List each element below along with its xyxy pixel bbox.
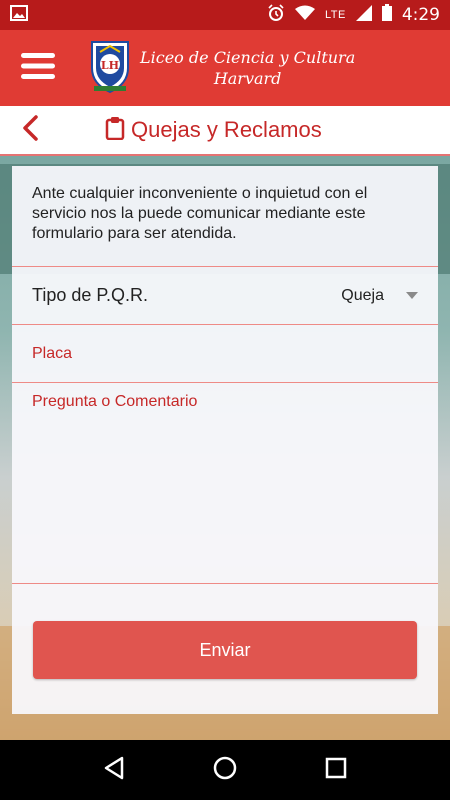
back-icon xyxy=(22,114,38,146)
wifi-icon xyxy=(294,5,315,26)
recents-square-icon[interactable] xyxy=(325,757,347,784)
image-icon xyxy=(10,4,28,26)
pqr-type-label: Tipo de P.Q.R. xyxy=(32,285,149,305)
status-bar: LTE 4:29 xyxy=(0,0,450,30)
menu-button[interactable] xyxy=(0,30,76,106)
dropdown-caret-icon xyxy=(406,292,418,299)
comment-field-row xyxy=(12,382,438,584)
back-button[interactable] xyxy=(0,105,60,155)
alarm-icon xyxy=(267,3,285,27)
submit-button[interactable]: Enviar xyxy=(33,621,417,679)
signal-icon xyxy=(355,4,372,26)
system-nav-bar xyxy=(0,740,450,800)
form-intro-text: Ante cualquier inconveniente o inquietud… xyxy=(32,185,368,242)
brand-name-line1: Liceo de Ciencia y Cultura xyxy=(140,48,356,67)
pqr-type-value: Queja xyxy=(341,286,384,304)
clipboard-icon xyxy=(105,116,125,145)
page-title: Quejas y Reclamos xyxy=(131,117,322,142)
clock: 4:29 xyxy=(401,5,440,25)
pqr-type-select[interactable]: Tipo de P.Q.R. Queja xyxy=(12,266,438,324)
brand-name-line2: Harvard xyxy=(213,69,282,88)
brand-logo: LH Liceo de Ciencia y Cultura Harvard xyxy=(88,38,355,99)
svg-text:LH: LH xyxy=(101,59,119,72)
sub-header: Quejas y Reclamos xyxy=(0,106,450,156)
comment-textarea[interactable] xyxy=(32,393,418,573)
school-crest-logo: LH xyxy=(88,38,132,99)
back-triangle-icon[interactable] xyxy=(103,756,125,785)
app-bar: LH Liceo de Ciencia y Cultura Harvard xyxy=(0,30,450,106)
complaint-form-card: Ante cualquier inconveniente o inquietud… xyxy=(12,166,438,714)
pqr-type-dropdown[interactable]: Queja xyxy=(341,287,418,305)
battery-icon xyxy=(381,4,392,26)
network-type: LTE xyxy=(324,9,346,21)
menu-icon xyxy=(21,52,55,84)
plate-input[interactable] xyxy=(32,344,418,363)
plate-field-row xyxy=(12,324,438,382)
home-circle-icon[interactable] xyxy=(212,755,238,786)
